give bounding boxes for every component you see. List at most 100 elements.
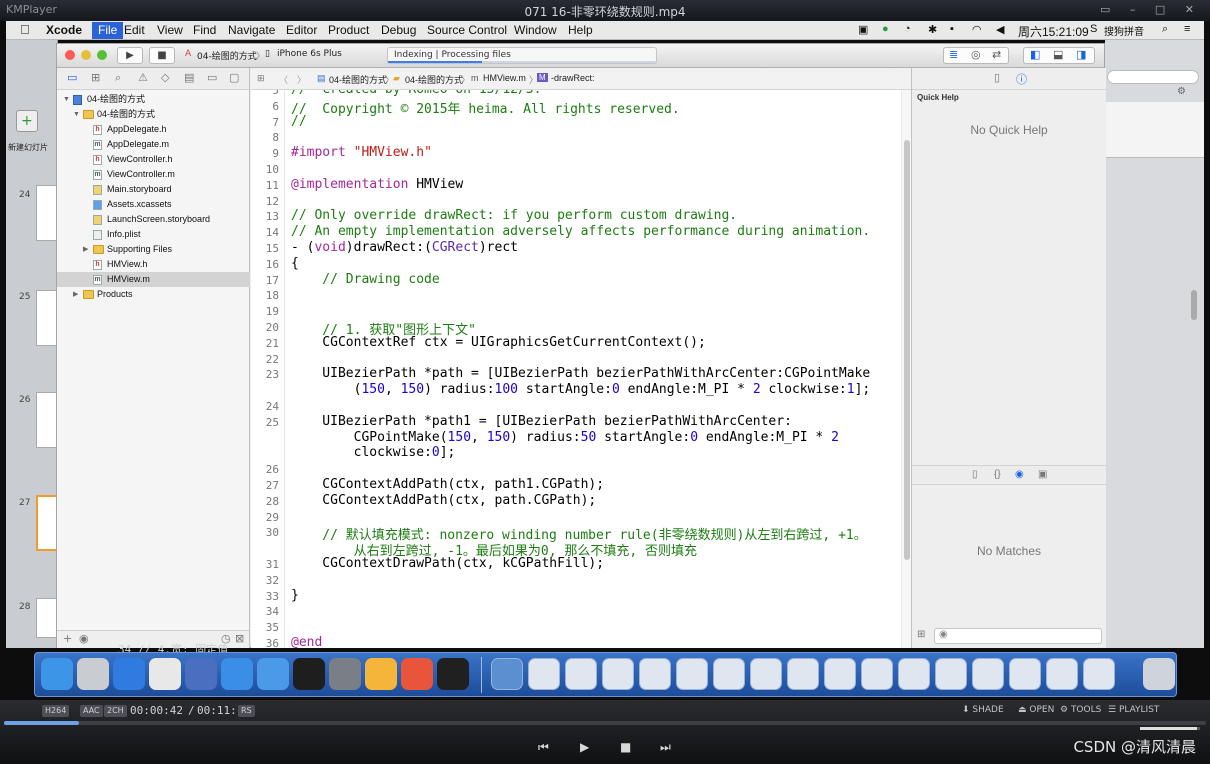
minimized-window-thumbnail[interactable] [602,658,634,690]
tree-item[interactable]: h AppDelegate.h [57,122,250,137]
editor-mode-buttons[interactable]: ≣ ◎ ⇄ [943,47,1009,64]
find-navigator-icon[interactable]: ⌕ [115,71,121,85]
panel-toggle-buttons[interactable]: ◧ ⬓ ◨ [1023,47,1095,64]
keynote-scrollbar[interactable] [1191,290,1197,320]
scm-filter-icon[interactable]: ⊠ [235,632,244,645]
menu-source-control[interactable]: Source Control [427,23,507,37]
menu-help[interactable]: Help [568,23,593,37]
disclosure-open-icon[interactable]: ▼ [63,92,70,107]
minimized-window-thumbnail[interactable] [1083,658,1115,690]
console-icon[interactable] [437,658,469,690]
launchpad-icon[interactable] [77,658,109,690]
symbol-navigator-icon[interactable]: ⊞ [91,71,100,84]
disclosure-open-icon[interactable]: ▼ [73,107,80,122]
xcode-icon[interactable] [221,658,253,690]
quick-help-icon[interactable]: ⓘ [1016,71,1027,87]
tree-item[interactable]: h ViewController.h [57,152,250,167]
file-inspector-icon[interactable]: ▯ [994,71,1000,84]
menu-debug[interactable]: Debug [381,23,416,37]
crumb-file[interactable]: HMView.m [483,73,526,83]
tree-item[interactable]: h HMView.h [57,257,250,272]
player-window-controls[interactable]: ▭ – □ ✕ [1100,3,1202,16]
toggle-navigator-icon[interactable]: ◧ [1030,48,1040,61]
shade-button[interactable]: ⬇ SHADE [962,705,1004,715]
tree-item[interactable]: Assets.xcassets [57,197,250,212]
tree-item[interactable]: m AppDelegate.m [57,137,250,152]
search-icon[interactable]: ⌕ [1162,23,1168,36]
menubar-clock[interactable]: 周六15:21:09 [1018,23,1089,40]
gear-icon[interactable]: ⚙ [1177,86,1186,97]
presentation-icon[interactable] [401,658,433,690]
system-preferences-icon[interactable] [329,658,361,690]
report-navigator-icon[interactable]: ▢ [229,71,239,84]
menu-file[interactable]: File [92,22,124,39]
toggle-debug-area-icon[interactable]: ⬓ [1053,48,1063,61]
minimized-window-thumbnail[interactable] [676,658,708,690]
menu-editor[interactable]: Editor [286,23,317,37]
status-camera-icon[interactable]: ▣ [858,23,868,36]
wifi-icon[interactable]: ◠ [972,23,982,36]
open-button[interactable]: ⏏ OPEN [1018,705,1054,715]
mouse-icon[interactable] [149,658,181,690]
minimized-window-thumbnail[interactable] [528,658,560,690]
minimized-window-thumbnail[interactable] [787,658,819,690]
scheme-device[interactable]: iPhone 6s Plus [277,49,342,59]
play-button[interactable]: ▶ [580,740,589,754]
safari-icon[interactable] [113,658,145,690]
keynote-icon[interactable] [185,658,217,690]
editor-scrollbar[interactable] [901,90,911,648]
minimized-window-thumbnail[interactable] [1046,658,1078,690]
minimized-window-thumbnail[interactable] [824,658,856,690]
crumb-method[interactable]: -drawRect: [551,73,595,83]
zoom-window-button[interactable] [97,50,107,60]
standard-editor-icon[interactable]: ≣ [949,48,958,61]
minimize-window-button[interactable] [81,50,91,60]
volume-icon[interactable]: ◀ [996,23,1004,36]
tree-item[interactable]: ▶ Products [57,287,250,302]
tree-item[interactable]: ▶ Supporting Files [57,242,250,257]
lock-icon[interactable]: ▪ [950,23,954,35]
code-snippet-library-icon[interactable]: {} [994,469,1001,480]
disclosure-closed-icon[interactable]: ▶ [73,287,78,302]
input-method-icon[interactable]: S [1090,23,1097,35]
menu-edit[interactable]: Edit [124,23,145,37]
add-file-icon[interactable]: + [63,632,72,645]
tree-item[interactable]: m ViewController.m [57,167,250,182]
back-icon[interactable]: 〈 [279,73,288,86]
status-play-icon[interactable]: ● [882,23,889,35]
sketch-icon[interactable] [365,658,397,690]
toggle-utilities-icon[interactable]: ◨ [1076,48,1086,61]
tree-item[interactable]: ▼ 04-绘图的方式 [57,107,250,122]
minimized-window-thumbnail[interactable] [935,658,967,690]
new-slide-button[interactable]: + [16,110,38,132]
media-library-icon[interactable]: ▣ [1038,469,1047,480]
menu-find[interactable]: Find [193,23,216,37]
minimized-window-thumbnail[interactable] [565,658,597,690]
filter-icon[interactable]: ◉ [79,632,89,645]
tree-item[interactable]: LaunchScreen.storyboard [57,212,250,227]
menu-window[interactable]: Window [514,23,557,37]
file-template-library-icon[interactable]: ▯ [972,469,978,480]
trash-icon[interactable] [1143,658,1175,690]
tree-item[interactable]: m HMView.m [57,272,250,287]
apple-menu-icon[interactable]:  [20,22,30,37]
issue-navigator-icon[interactable]: ⚠ [138,71,148,84]
notification-center-icon[interactable]: ≡ [1184,23,1190,35]
version-editor-icon[interactable]: ⇄ [992,48,1001,61]
minimized-window-thumbnail[interactable] [750,658,782,690]
tree-item[interactable]: Main.storyboard [57,182,250,197]
scheme-project[interactable]: 04-绘图的方式 [197,49,257,62]
volume-slider[interactable] [1140,727,1200,730]
minimized-window-thumbnail[interactable] [1009,658,1041,690]
object-library-icon[interactable]: ◉ [1015,469,1024,480]
stop-button[interactable]: ■ [149,47,175,64]
project-navigator-icon[interactable]: ▭ [67,71,77,84]
debug-navigator-icon[interactable]: ▤ [184,71,194,84]
minimized-window-thumbnail[interactable] [639,658,671,690]
minimized-window-thumbnail[interactable] [972,658,1004,690]
input-method-label[interactable]: 搜狗拼音 [1104,23,1144,38]
tools-button[interactable]: ⚙ TOOLS [1060,705,1101,715]
crumb-group[interactable]: 04-绘图的方式 [405,73,463,86]
assistant-editor-icon[interactable]: ◎ [971,48,981,61]
minimized-window-thumbnail[interactable] [898,658,930,690]
